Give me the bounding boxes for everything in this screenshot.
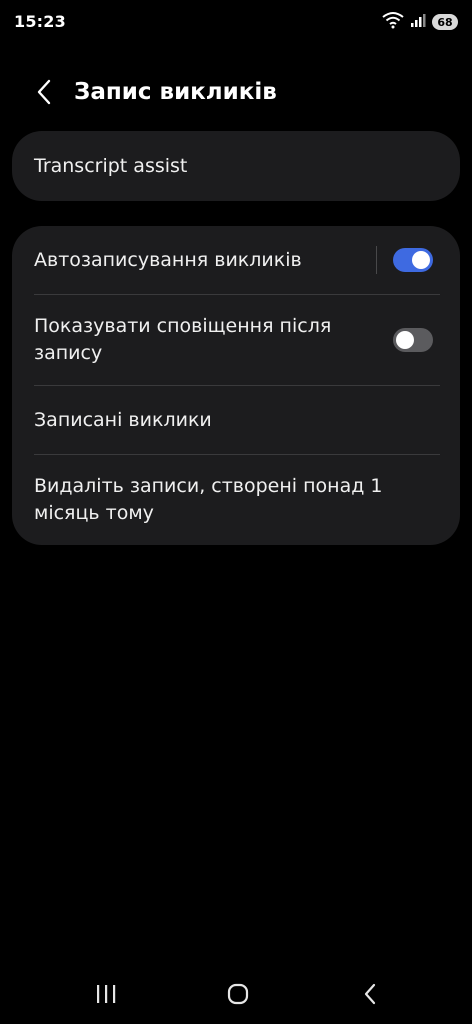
delete-old-label: Видаліть записи, створені понад 1 місяць… [34,473,383,527]
recorded-calls-label: Записані виклики [34,408,212,431]
status-icons: 68 [382,12,458,32]
auto-record-toggle[interactable] [393,248,433,272]
transcript-card: Transcript assist [12,131,460,201]
recents-icon [95,984,117,1008]
recents-button[interactable] [86,980,126,1012]
auto-record-item[interactable]: Автозаписування викликів [12,226,460,294]
delete-old-line1: Видаліть записи, створені понад 1 [34,475,383,497]
back-button[interactable] [26,76,62,112]
chevron-left-icon [36,79,52,109]
auto-record-label: Автозаписування викликів [34,248,302,271]
back-icon [363,983,377,1009]
status-time: 15:23 [14,12,66,31]
show-notification-toggle[interactable] [393,328,433,352]
nav-back-button[interactable] [350,980,390,1012]
delete-old-recordings-item[interactable]: Видаліть записи, створені понад 1 місяць… [12,455,460,545]
toggle-knob [396,331,414,349]
wifi-icon [382,11,404,33]
vertical-separator [376,246,377,274]
status-bar: 15:23 68 [0,0,472,44]
transcript-assist-item[interactable]: Transcript assist [12,131,460,201]
home-icon [227,983,249,1009]
show-notification-line2: запису [34,342,103,364]
show-notification-item[interactable]: Показувати сповіщення після запису [12,295,460,385]
header: Запис викликів [0,68,472,118]
show-notification-line1: Показувати сповіщення після [34,315,332,337]
transcript-assist-label: Transcript assist [34,154,188,177]
recorded-calls-item[interactable]: Записані виклики [12,386,460,454]
recording-settings-card: Автозаписування викликів Показувати спов… [12,226,460,545]
delete-old-line2: місяць тому [34,502,154,524]
page-title: Запис викликів [74,79,277,105]
toggle-knob [412,251,430,269]
home-button[interactable] [218,980,258,1012]
signal-icon [410,12,426,32]
show-notification-label: Показувати сповіщення після запису [34,313,331,367]
navigation-bar [0,968,472,1024]
battery-icon: 68 [432,14,458,30]
